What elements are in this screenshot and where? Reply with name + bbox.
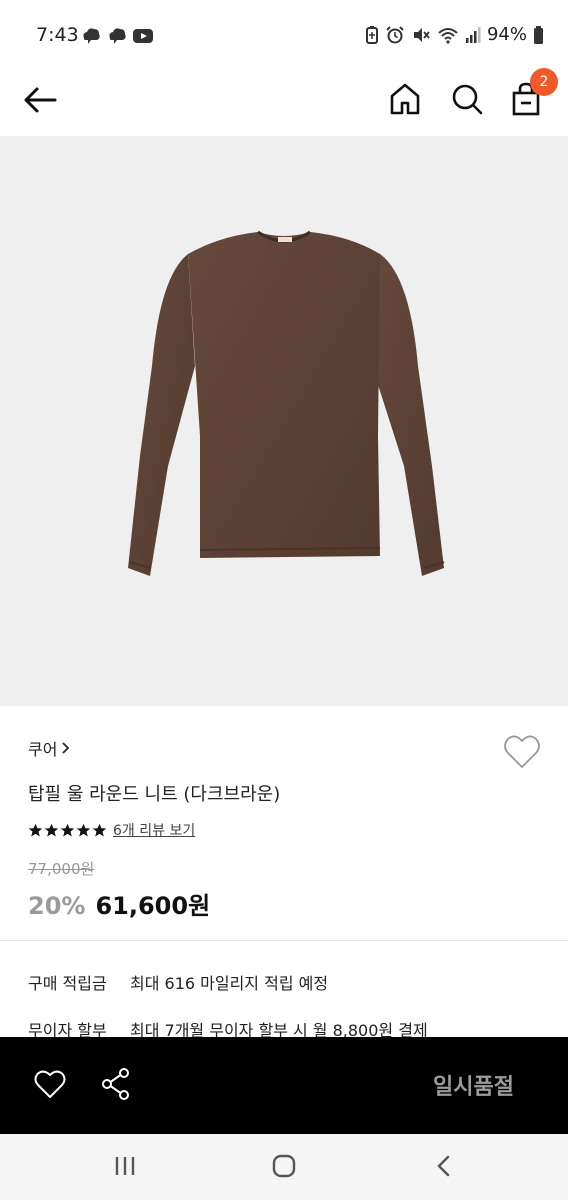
heart-icon [34,1070,66,1098]
original-price: 77,000원 [28,860,95,878]
home-circle-icon [272,1154,296,1178]
star-icon [44,823,59,836]
system-home-button[interactable] [271,1153,297,1179]
chevron-right-icon [62,742,70,754]
benefit-mileage: 구매 적립금 최대 616 마일리지 적립 예정 [28,970,328,994]
chevron-left-icon [437,1155,450,1177]
recent-apps-icon [115,1157,135,1175]
search-button[interactable] [450,82,484,116]
like-button[interactable] [34,1069,66,1101]
star-icon [76,823,91,836]
wishlist-button[interactable] [503,734,541,770]
system-nav-bar [0,1134,568,1200]
rating: 6개 리뷰 보기 [28,820,195,840]
review-link[interactable]: 6개 리뷰 보기 [113,820,195,840]
back-button[interactable] [22,82,58,118]
home-icon [390,83,420,115]
search-icon [452,84,483,115]
brand-link[interactable]: 쿠어 [28,736,71,760]
signal-icon [465,26,481,43]
system-back-button[interactable] [433,1154,455,1178]
benefit-label: 구매 적립금 [28,974,107,993]
battery-percentage: 94% [486,24,527,45]
product-image[interactable] [0,136,568,706]
youtube-icon [133,29,153,43]
star-icon [28,823,43,836]
wifi-icon [438,27,458,44]
brand-name: 쿠어 [28,740,58,759]
product-name: 탑필 울 라운드 니트 (다크브라운) [28,784,281,805]
cloud-icon [109,28,126,44]
mute-icon [413,27,430,42]
sale-price: 61,600원 [95,892,211,920]
share-button[interactable] [100,1067,132,1101]
arrow-left-icon [24,87,57,113]
bottom-action-bar: 일시품절 [0,1037,568,1134]
benefit-value: 최대 616 마일리지 적립 예정 [130,974,329,993]
share-icon [102,1068,129,1100]
star-icon [92,823,107,836]
divider [0,940,568,941]
battery-icon [534,25,543,44]
price-row: 20% 61,600원 [28,886,210,921]
cloud-icon [83,28,100,44]
sweater-image [128,230,445,576]
recent-apps-button[interactable] [112,1154,138,1178]
soldout-status: 일시품절 [433,1075,514,1100]
battery-saver-icon [365,25,378,44]
star-icon [60,823,75,836]
star-rating [28,823,107,838]
heart-icon [504,735,540,768]
discount-rate: 20% [28,892,86,920]
product-info: 쿠어 탑필 울 라운드 니트 (다크브라운) 6개 리뷰 보기 77,000원 … [0,706,568,940]
status-bar: 7:43 94% [0,0,568,70]
cart-count-badge: 2 [530,68,558,96]
alarm-icon [386,25,404,43]
home-button[interactable] [388,82,422,116]
app-header: 2 [0,68,568,136]
system-icons: 94% [365,24,544,45]
status-time: 7:43 [36,24,79,46]
notification-icons [80,26,154,46]
